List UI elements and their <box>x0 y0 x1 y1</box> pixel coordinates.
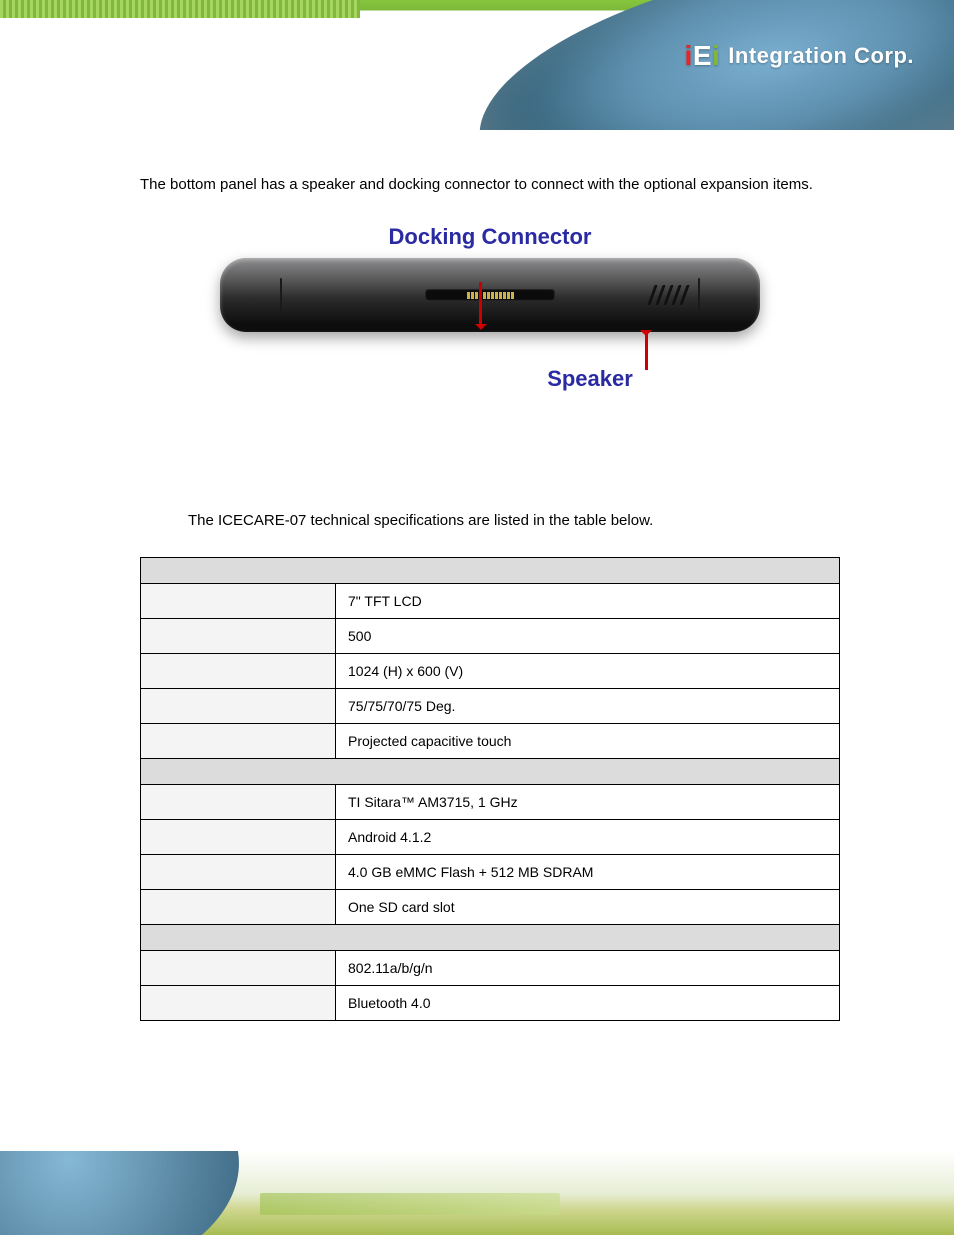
table-section-header <box>141 925 840 951</box>
table-section-header <box>141 759 840 785</box>
top-banner: iEi Integration Corp. <box>0 0 954 130</box>
docking-connector-label: Docking Connector <box>140 224 840 250</box>
table-row: 1024 (H) x 600 (V) <box>141 654 840 689</box>
table-row: 802.11a/b/g/n <box>141 951 840 986</box>
spec-intro-paragraph: The ICECARE-07 technical specifications … <box>188 512 840 529</box>
spec-label-cell <box>141 584 336 619</box>
table-row: Android 4.1.2 <box>141 820 840 855</box>
callout-arrow-icon <box>481 328 499 366</box>
bottom-banner <box>0 1151 954 1235</box>
spec-value-cell: TI Sitara™ AM3715, 1 GHz <box>336 785 840 820</box>
brand-logo: iEi Integration Corp. <box>685 40 914 72</box>
spec-value-cell: 1024 (H) x 600 (V) <box>336 654 840 689</box>
table-row: 4.0 GB eMMC Flash + 512 MB SDRAM <box>141 855 840 890</box>
table-row: One SD card slot <box>141 890 840 925</box>
callout-arrow-icon <box>645 334 648 370</box>
speaker-label: Speaker <box>340 366 840 392</box>
spec-label-cell <box>141 654 336 689</box>
spec-label-cell <box>141 951 336 986</box>
spec-label-cell <box>141 855 336 890</box>
section-header-cell <box>141 759 840 785</box>
device-illustration <box>220 258 760 332</box>
figure-bottom-panel: Docking Connector Speaker <box>140 224 840 392</box>
spec-value-cell: 7" TFT LCD <box>336 584 840 619</box>
spec-value-cell: Bluetooth 4.0 <box>336 986 840 1021</box>
spec-table: 7" TFT LCD 500 1024 (H) x 600 (V) 75/75/… <box>140 557 840 1021</box>
page-content: The bottom panel has a speaker and docki… <box>140 170 840 1021</box>
spec-label-cell <box>141 890 336 925</box>
intro-paragraph: The bottom panel has a speaker and docki… <box>140 170 840 200</box>
spec-label-cell <box>141 689 336 724</box>
table-row: Bluetooth 4.0 <box>141 986 840 1021</box>
section-header-cell <box>141 925 840 951</box>
spec-value-cell: 500 <box>336 619 840 654</box>
table-row: 7" TFT LCD <box>141 584 840 619</box>
table-row: 75/75/70/75 Deg. <box>141 689 840 724</box>
spec-label-cell <box>141 986 336 1021</box>
spec-value-cell: 4.0 GB eMMC Flash + 512 MB SDRAM <box>336 855 840 890</box>
spec-label-cell <box>141 785 336 820</box>
table-section-header <box>141 558 840 584</box>
spec-label-cell <box>141 619 336 654</box>
table-row: 500 <box>141 619 840 654</box>
section-header-cell <box>141 558 840 584</box>
table-row: Projected capacitive touch <box>141 724 840 759</box>
spec-value-cell: Android 4.1.2 <box>336 820 840 855</box>
spec-value-cell: Projected capacitive touch <box>336 724 840 759</box>
spec-value-cell: 75/75/70/75 Deg. <box>336 689 840 724</box>
docking-connector-icon <box>425 289 555 301</box>
brand-tagline: Integration Corp. <box>728 43 914 69</box>
spec-value-cell: 802.11a/b/g/n <box>336 951 840 986</box>
spec-value-cell: One SD card slot <box>336 890 840 925</box>
spec-label-cell <box>141 724 336 759</box>
speaker-icon <box>651 285 686 305</box>
table-row: TI Sitara™ AM3715, 1 GHz <box>141 785 840 820</box>
spec-label-cell <box>141 820 336 855</box>
